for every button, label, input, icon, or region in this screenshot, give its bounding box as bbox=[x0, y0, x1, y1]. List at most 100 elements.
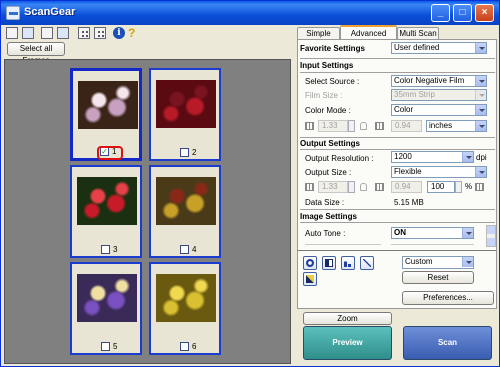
output-size-dropdown[interactable]: Flexible bbox=[391, 166, 487, 178]
preview-area: ✓ 1 2 3 4 5 6 bbox=[4, 59, 291, 364]
maximize-icon[interactable]: □ bbox=[453, 4, 472, 22]
aspect-lock-icon[interactable] bbox=[360, 183, 367, 191]
divider bbox=[300, 149, 495, 150]
output-size-label: Output Size : bbox=[305, 168, 352, 177]
select-source-dropdown[interactable]: Color Negative Film bbox=[391, 75, 487, 87]
frame-checkbox[interactable] bbox=[180, 148, 189, 157]
input-height-field[interactable]: 0.94 bbox=[391, 120, 422, 132]
preview-button[interactable]: Preview bbox=[303, 326, 392, 360]
color-mode-dropdown[interactable]: Color bbox=[391, 104, 487, 116]
height-icon bbox=[375, 183, 384, 191]
film-frame-3[interactable]: 3 bbox=[70, 165, 142, 258]
title-bar: ScanGear _ □ × bbox=[1, 1, 499, 25]
frame-checkbox[interactable] bbox=[180, 342, 189, 351]
data-size-value: 5.15 MB bbox=[394, 198, 424, 207]
color-mode-label: Color Mode : bbox=[305, 106, 351, 115]
zoom-icon[interactable] bbox=[41, 27, 53, 39]
preferences-button[interactable]: Preferences... bbox=[402, 291, 494, 305]
histogram-icon[interactable] bbox=[341, 256, 355, 270]
clipped-row bbox=[391, 244, 474, 245]
favorite-settings-dropdown[interactable]: User defined bbox=[391, 42, 487, 54]
width-icon bbox=[305, 122, 314, 130]
input-settings-heading: Input Settings bbox=[300, 61, 354, 70]
film-size-dropdown[interactable]: 35mm Strip bbox=[391, 89, 487, 101]
output-height-field[interactable]: 0.94 bbox=[391, 181, 422, 193]
scroll-up-icon[interactable] bbox=[487, 226, 495, 234]
frame-checkbox[interactable] bbox=[180, 245, 189, 254]
chevron-down-icon bbox=[475, 121, 486, 131]
frame-number: 5 bbox=[113, 342, 118, 351]
frame-checkbox[interactable] bbox=[101, 245, 110, 254]
adjustment-preset-dropdown[interactable]: Custom bbox=[402, 256, 474, 269]
film-frame-5[interactable]: 5 bbox=[70, 262, 142, 355]
frame-checkbox[interactable] bbox=[101, 342, 110, 351]
adjustment-preset-value: Custom bbox=[405, 257, 433, 266]
film-frame-4[interactable]: 4 bbox=[149, 165, 221, 258]
frame-number: 2 bbox=[192, 148, 197, 157]
scale-field[interactable]: 100 bbox=[427, 181, 455, 193]
auto-crop-icon[interactable] bbox=[57, 27, 69, 39]
reset-button[interactable]: Reset bbox=[402, 271, 474, 284]
brightness-icon[interactable] bbox=[303, 256, 317, 270]
scangear-window: ScanGear _ □ × i ? Select all Frames ✓1 2… bbox=[0, 0, 500, 367]
scanner-app-icon bbox=[6, 6, 20, 20]
divider bbox=[300, 58, 495, 59]
threshold-icon[interactable] bbox=[303, 272, 317, 286]
minimize-icon[interactable]: _ bbox=[431, 4, 450, 22]
width-stepper[interactable] bbox=[348, 181, 355, 193]
select-source-value: Color Negative Film bbox=[394, 76, 465, 85]
input-width-field[interactable]: 1.33 bbox=[318, 120, 348, 132]
dpi-unit: dpi bbox=[476, 153, 487, 162]
tone-curve-icon[interactable] bbox=[360, 256, 374, 270]
chevron-down-icon bbox=[475, 43, 486, 53]
output-resolution-value: 1200 bbox=[394, 152, 412, 161]
frame-thumbnail bbox=[156, 274, 216, 322]
close-icon[interactable]: × bbox=[475, 4, 494, 22]
auto-tone-value: ON bbox=[394, 228, 406, 237]
window-title: ScanGear bbox=[24, 6, 76, 18]
output-size-value: Flexible bbox=[394, 167, 422, 176]
contrast-icon[interactable] bbox=[322, 256, 336, 270]
output-width-field[interactable]: 1.33 bbox=[318, 181, 348, 193]
film-size-label: Film Size : bbox=[305, 91, 343, 100]
units-dropdown[interactable]: inches bbox=[426, 120, 487, 132]
film-frame-1[interactable]: ✓ 1 bbox=[70, 68, 142, 161]
thumbnail-grid-icon[interactable] bbox=[78, 27, 90, 39]
scan-button[interactable]: Scan bbox=[403, 326, 492, 360]
ruler-icon[interactable] bbox=[475, 183, 484, 191]
aspect-lock-icon[interactable] bbox=[360, 122, 367, 130]
select-source-label: Select Source : bbox=[305, 77, 360, 86]
film-frame-2[interactable]: 2 bbox=[149, 68, 221, 161]
info-icon[interactable]: i bbox=[113, 27, 125, 39]
divider bbox=[300, 222, 495, 223]
frame-number: 3 bbox=[113, 245, 118, 254]
settings-scrollbar[interactable] bbox=[486, 225, 496, 247]
color-mode-value: Color bbox=[394, 105, 414, 114]
divider bbox=[298, 250, 496, 251]
frame-grid-icon[interactable] bbox=[94, 27, 106, 39]
width-stepper[interactable] bbox=[348, 120, 355, 132]
output-resolution-label: Output Resolution : bbox=[305, 154, 374, 163]
clipped-row bbox=[305, 244, 381, 245]
chevron-down-icon bbox=[462, 228, 473, 238]
zoom-button[interactable]: Zoom bbox=[303, 312, 392, 325]
divider bbox=[300, 137, 495, 138]
auto-tone-label: Auto Tone : bbox=[305, 229, 346, 238]
scale-stepper[interactable] bbox=[455, 181, 462, 193]
chevron-down-icon bbox=[475, 105, 486, 115]
scroll-down-icon[interactable] bbox=[487, 238, 495, 246]
rotate-right-icon[interactable] bbox=[22, 27, 34, 39]
frame-number: 4 bbox=[192, 245, 197, 254]
frame-number: 6 bbox=[192, 342, 197, 351]
divider bbox=[300, 72, 495, 73]
rotate-left-icon[interactable] bbox=[6, 27, 18, 39]
height-icon bbox=[375, 122, 384, 130]
select-all-frames-button[interactable]: Select all Frames bbox=[7, 42, 65, 65]
frame-thumbnail bbox=[78, 81, 138, 129]
output-resolution-dropdown[interactable]: 1200 bbox=[391, 151, 474, 163]
auto-tone-dropdown[interactable]: ON bbox=[391, 227, 474, 239]
frame-thumbnail bbox=[156, 177, 216, 225]
film-frame-6[interactable]: 6 bbox=[149, 262, 221, 355]
frame-thumbnail bbox=[77, 274, 137, 322]
help-icon[interactable]: ? bbox=[128, 26, 135, 40]
